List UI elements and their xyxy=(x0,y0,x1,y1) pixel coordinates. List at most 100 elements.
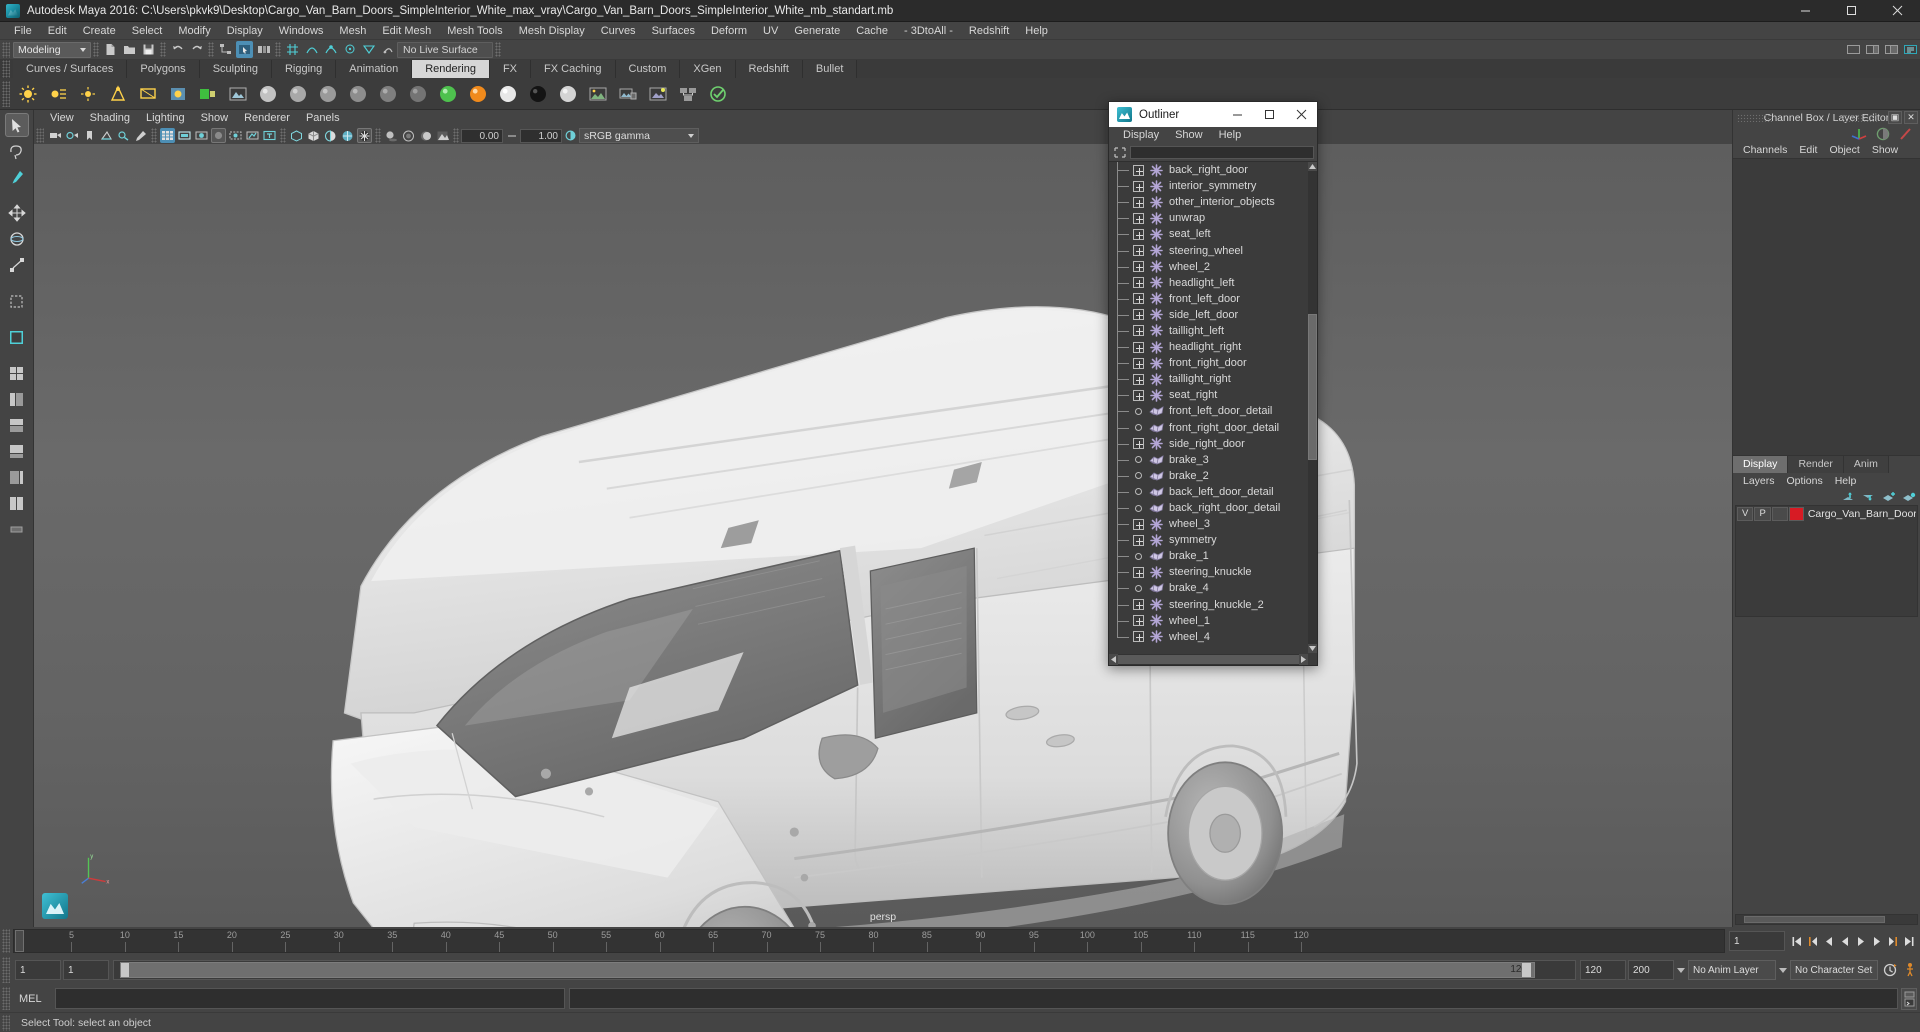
last-tool-used-icon[interactable] xyxy=(5,289,29,313)
layer-tab-display[interactable]: Display xyxy=(1733,455,1789,473)
menu-cache[interactable]: Cache xyxy=(848,22,896,40)
point-light-icon[interactable] xyxy=(75,81,101,107)
shading-sphere-icon[interactable] xyxy=(1875,127,1891,141)
menu-set-selector[interactable]: Modeling xyxy=(13,41,91,58)
exposure-control-icon[interactable] xyxy=(228,128,243,143)
attribute-editor-icon[interactable] xyxy=(1864,41,1881,58)
outliner-minimize-icon[interactable] xyxy=(1221,102,1253,127)
menu-mesh-tools[interactable]: Mesh Tools xyxy=(439,22,510,40)
expand-plus-icon[interactable] xyxy=(1133,518,1144,530)
range-slider-inner[interactable] xyxy=(120,962,1535,978)
outliner-item-wheel-4[interactable]: wheel_4 xyxy=(1109,620,1317,645)
shade-selected-icon[interactable] xyxy=(323,128,338,143)
sphere-gray-icon-4[interactable] xyxy=(345,81,371,107)
shelf-tab-polygons[interactable]: Polygons xyxy=(127,60,200,78)
tool-settings-icon[interactable] xyxy=(1902,41,1919,58)
playback-end-field[interactable]: 120 xyxy=(1580,960,1626,980)
outliner-horizontal-scrollbar[interactable] xyxy=(1109,654,1308,665)
channel-menu-edit[interactable]: Edit xyxy=(1793,142,1823,158)
menu-mesh-display[interactable]: Mesh Display xyxy=(511,22,593,40)
menu-curves[interactable]: Curves xyxy=(593,22,644,40)
menu-edit[interactable]: Edit xyxy=(40,22,75,40)
menu-select[interactable]: Select xyxy=(124,22,171,40)
use-all-lights-icon[interactable] xyxy=(357,128,372,143)
viewport-menu-view[interactable]: View xyxy=(42,110,82,127)
two-d-pan-zoom-icon[interactable] xyxy=(116,128,131,143)
expand-plus-icon[interactable] xyxy=(1133,341,1144,353)
range-slider-bar[interactable]: 120 xyxy=(113,960,1576,980)
channel-menu-show[interactable]: Show xyxy=(1866,142,1904,158)
expand-plus-icon[interactable] xyxy=(1133,534,1144,546)
new-scene-icon[interactable] xyxy=(102,41,119,58)
outliner-item-steering-wheel[interactable]: steering_wheel xyxy=(1109,234,1317,258)
expand-plus-icon[interactable] xyxy=(1133,212,1144,224)
menu-windows[interactable]: Windows xyxy=(271,22,332,40)
move-layer-up-icon[interactable] xyxy=(1842,491,1856,503)
persp-outliner-layout-icon[interactable] xyxy=(5,465,29,489)
channel-box-toggle-icon[interactable] xyxy=(1883,41,1900,58)
layer-visibility-toggle[interactable]: V xyxy=(1737,506,1754,521)
hypershade-persp-layout-icon[interactable] xyxy=(5,413,29,437)
outliner-item-brake-4[interactable]: brake_4 xyxy=(1109,572,1317,596)
render-view-icon[interactable] xyxy=(585,81,611,107)
outliner-item-headlight-right[interactable]: headlight_right xyxy=(1109,331,1317,355)
outliner-horizontal-scroll-thumb[interactable] xyxy=(1118,655,1299,664)
step-forward-key-icon[interactable] xyxy=(1885,932,1900,950)
help-line-drag-handle[interactable] xyxy=(2,1014,10,1031)
viewport-menu-panels[interactable]: Panels xyxy=(298,110,348,127)
textured-shading-icon[interactable] xyxy=(340,128,355,143)
shelf-tab-xgen[interactable]: XGen xyxy=(680,60,736,78)
shadows-icon[interactable] xyxy=(384,128,399,143)
outliner-item-side-right-door[interactable]: side_right_door xyxy=(1109,427,1317,452)
open-scene-icon[interactable] xyxy=(121,41,138,58)
expand-plus-icon[interactable] xyxy=(1133,228,1144,240)
outliner-item-back-right-door[interactable]: back_right_door xyxy=(1109,162,1317,178)
select-by-component-icon[interactable] xyxy=(255,41,272,58)
render-stripe-icon[interactable] xyxy=(1898,127,1914,141)
outliner-item-wheel-2[interactable]: wheel_2 xyxy=(1109,250,1317,275)
redo-icon[interactable] xyxy=(188,41,205,58)
snap-grid-icon[interactable] xyxy=(284,41,301,58)
layer-tab-render[interactable]: Render xyxy=(1788,455,1844,473)
menu-deform[interactable]: Deform xyxy=(703,22,755,40)
menu-redshift[interactable]: Redshift xyxy=(961,22,1017,40)
expand-plus-icon[interactable] xyxy=(1133,373,1144,385)
undo-icon[interactable] xyxy=(169,41,186,58)
viewport-menu-shading[interactable]: Shading xyxy=(82,110,138,127)
exposure-reset-icon[interactable] xyxy=(504,128,519,143)
sphere-white-icon[interactable] xyxy=(495,81,521,107)
render-toggle-icon[interactable] xyxy=(705,81,731,107)
current-frame-field[interactable]: 1 xyxy=(1729,931,1785,951)
outliner-item-symmetry[interactable]: symmetry xyxy=(1109,524,1317,548)
batch-render-icon[interactable] xyxy=(615,81,641,107)
outliner-window[interactable]: Outliner Display Show Help back_right_do… xyxy=(1108,101,1318,666)
shelf-tab-fx[interactable]: FX xyxy=(489,60,532,78)
camera-attributes-icon[interactable] xyxy=(65,128,80,143)
playback-start-field[interactable]: 1 xyxy=(63,960,109,980)
dock-drag-dots-right[interactable] xyxy=(1842,114,1878,122)
expand-plus-icon[interactable] xyxy=(1133,164,1144,176)
play-backwards-icon[interactable] xyxy=(1837,932,1852,950)
select-by-hierarchy-icon[interactable] xyxy=(217,41,234,58)
text-overlay-icon[interactable] xyxy=(262,128,277,143)
bookmark-icon[interactable] xyxy=(82,128,97,143)
anim-layer-caret-icon[interactable] xyxy=(1676,960,1686,980)
scale-tool-icon[interactable] xyxy=(5,253,29,277)
outliner-scroll-down-icon[interactable] xyxy=(1308,644,1317,653)
render-settings-icon[interactable] xyxy=(225,81,251,107)
expand-plus-icon[interactable] xyxy=(1133,180,1144,192)
shelf-tab-rendering[interactable]: Rendering xyxy=(412,60,490,78)
auto-keyframe-toggle-icon[interactable] xyxy=(1881,962,1898,979)
layer-menu-help[interactable]: Help xyxy=(1829,473,1863,489)
select-tool-icon[interactable] xyxy=(4,113,29,137)
maximize-icon[interactable] xyxy=(1828,0,1874,22)
outliner-item-taillight-left[interactable]: taillight_left xyxy=(1109,314,1317,339)
shelf-tab-custom[interactable]: Custom xyxy=(615,60,681,78)
go-to-start-icon[interactable] xyxy=(1789,932,1804,950)
spot-light-icon[interactable] xyxy=(105,81,131,107)
shelf-tab-bullet[interactable]: Bullet xyxy=(802,60,858,78)
smooth-shade-all-icon[interactable] xyxy=(306,128,321,143)
command-input-field[interactable] xyxy=(55,988,565,1009)
outliner-item-wheel-1[interactable]: wheel_1 xyxy=(1109,604,1317,629)
directional-light-icon[interactable] xyxy=(45,81,71,107)
